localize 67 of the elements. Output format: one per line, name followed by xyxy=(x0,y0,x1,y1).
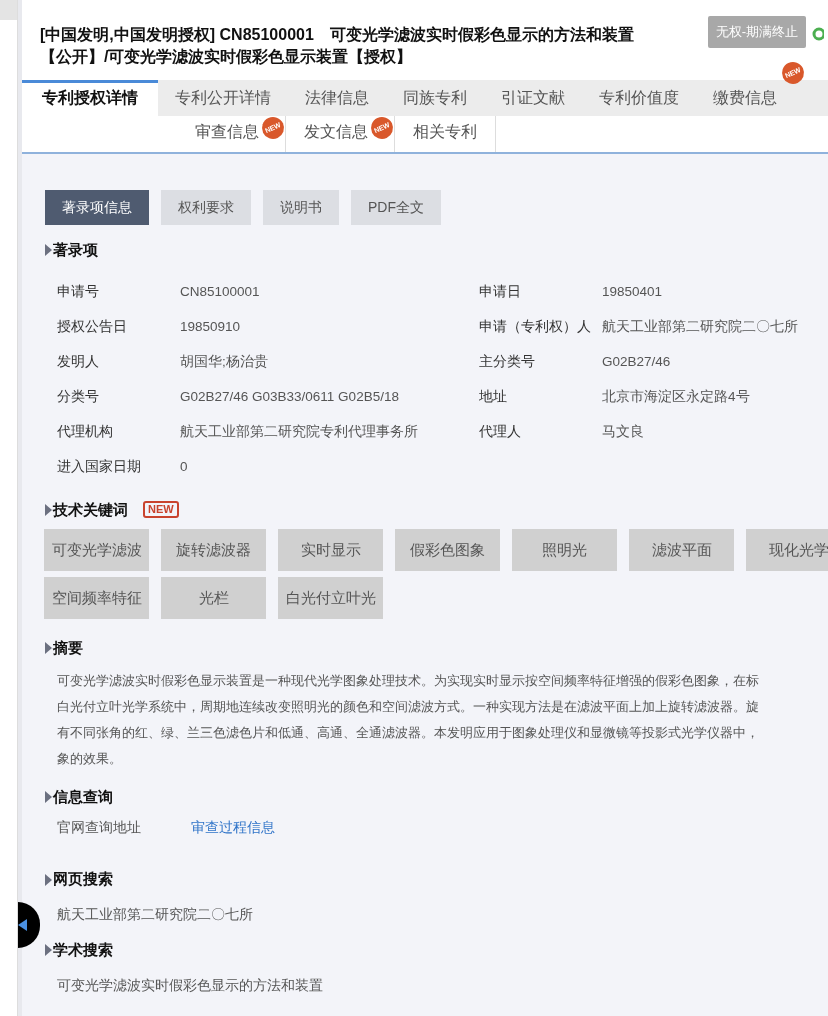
keyword-tag[interactable]: 白光付立叶光 xyxy=(278,577,383,619)
section-title: 摘要 xyxy=(53,638,83,658)
search-text: 可变光学滤波实时假彩色显示的方法和装置 xyxy=(56,976,324,995)
field-label: 申请（专利权）人 xyxy=(479,317,592,336)
tab[interactable]: 同族专利 xyxy=(386,80,484,116)
status-badge: 无权-期满终止 xyxy=(707,16,806,48)
section-title: 著录项 xyxy=(53,240,98,260)
field-value: CN85100001 xyxy=(180,282,260,301)
tab[interactable]: 引证文献 xyxy=(484,80,582,116)
patent-title: 【公开】/可变光学滤波实时假彩色显示装置【授权】 xyxy=(40,47,414,67)
field-value: 航天工业部第二研究院专利代理事务所 xyxy=(180,422,418,441)
review-process-link[interactable]: 审查过程信息 xyxy=(191,818,275,839)
tab[interactable]: 专利公开详情 xyxy=(158,80,288,116)
field-label: 地址 xyxy=(479,387,508,406)
field-label: 进入国家日期 xyxy=(57,457,142,476)
field-value: G02B27/46 xyxy=(602,352,671,371)
keyword-tag[interactable]: 假彩色图象 xyxy=(395,529,500,571)
abstract-text: 可变光学滤波实时假彩色显示装置是一种现代光学图象处理技术。为实现实时显示按空间频率特征增强的假彩色图象，在标 xyxy=(57,671,760,690)
field-value: 19850910 xyxy=(180,317,241,336)
abstract-text: 白光付立叶光学系统中，周期地连续改变照明光的颜色和空间滤波方式。一种实现方法是在滤波平面上加上旋转滤波器。旋 xyxy=(57,697,760,716)
triangle-icon xyxy=(45,642,52,655)
field-value: 马文良 xyxy=(602,422,644,441)
view-button[interactable]: 著录项信息 xyxy=(45,190,149,225)
new-badge: NEW xyxy=(143,501,179,519)
view-button[interactable]: PDF全文 xyxy=(351,190,441,225)
field-label: 分类号 xyxy=(57,387,100,406)
field-label: 主分类号 xyxy=(479,352,536,371)
abstract-text: 有不同张角的红、绿、兰三色滤色片和低通、高通、全通滤波器。本发明应用于图象处理仪和显微镜等投影式光学仪器中， xyxy=(57,723,760,742)
field-label: 申请日 xyxy=(479,282,522,301)
section-title: 技术关键词 xyxy=(53,499,128,520)
triangle-icon xyxy=(45,503,52,516)
field-label: 申请号 xyxy=(57,282,100,301)
triangle-icon xyxy=(45,944,52,957)
field-value: G02B27/46 G03B33/0611 G02B5/18 xyxy=(180,387,399,406)
field-value: 19850401 xyxy=(602,282,663,301)
field-value: 北京市海淀区永定路4号 xyxy=(602,387,750,406)
field-label: 代理机构 xyxy=(57,422,114,441)
left-triangle-icon xyxy=(18,919,27,931)
keyword-tag[interactable]: 滤波平面 xyxy=(629,529,734,571)
field-label: 官网查询地址 xyxy=(57,819,142,837)
tab[interactable]: 专利价值度 xyxy=(582,80,696,116)
keyword-tag[interactable]: 空间频率特征 xyxy=(44,577,149,619)
tab[interactable]: 法律信息 xyxy=(288,80,386,116)
field-label: 代理人 xyxy=(479,422,522,441)
triangle-icon xyxy=(45,244,52,257)
section-title: 信息查询 xyxy=(53,786,113,807)
view-button[interactable]: 说明书 xyxy=(263,190,339,225)
field-label: 授权公告日 xyxy=(57,317,128,336)
keyword-tag[interactable]: 可变光学滤波 xyxy=(44,529,149,571)
patent-title: [中国发明,中国发明授权] CN85100001 可变光学滤波实时假彩色显示的方法和装置 xyxy=(40,25,635,45)
keyword-tag[interactable]: 实时显示 xyxy=(278,529,383,571)
triangle-icon xyxy=(45,790,52,803)
abstract-text: 象的效果。 xyxy=(57,749,123,768)
tab[interactable]: 专利授权详情 xyxy=(22,80,158,116)
section-title: 网页搜索 xyxy=(53,869,113,890)
field-value: 航天工业部第二研究院二〇七所 xyxy=(602,317,798,336)
view-button[interactable]: 权利要求 xyxy=(161,190,251,225)
keyword-tag[interactable]: 照明光 xyxy=(512,529,617,571)
search-text: 航天工业部第二研究院二〇七所 xyxy=(56,905,254,924)
triangle-icon xyxy=(45,873,52,886)
keyword-tag[interactable]: 光栏 xyxy=(161,577,266,619)
keyword-tag[interactable]: 现化光学 xyxy=(746,529,828,571)
field-value: 0 xyxy=(180,457,188,476)
keyword-tag[interactable]: 旋转滤波器 xyxy=(161,529,266,571)
section-title: 学术搜索 xyxy=(53,940,113,960)
field-label: 发明人 xyxy=(57,352,100,371)
field-value: 胡国华;杨治贵 xyxy=(180,352,268,371)
